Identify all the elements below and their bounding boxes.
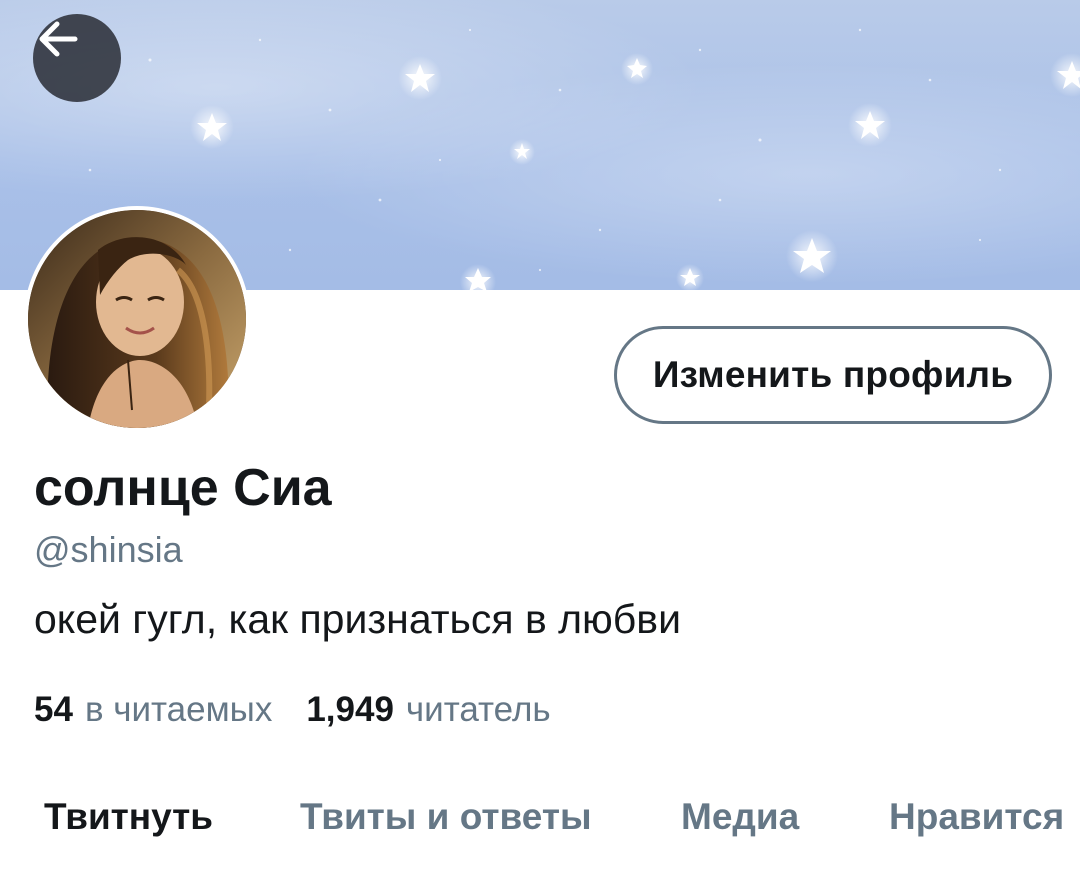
arrow-left-icon bbox=[39, 21, 78, 57]
followers-label: читатель bbox=[405, 690, 551, 729]
follow-stats: 54 в читаемых 1,949 читатель bbox=[34, 690, 551, 730]
profile-tabs: Твитнуть Твиты и ответы Медиа Нравится bbox=[0, 770, 1080, 870]
display-name: солнце Сиа bbox=[34, 459, 332, 517]
tab-tweets-and-replies[interactable]: Твиты и ответы bbox=[300, 796, 592, 838]
profile-page: Изменить профиль солнце Сиа @shinsia оке… bbox=[0, 0, 1080, 876]
edit-profile-button[interactable]: Изменить профиль bbox=[614, 326, 1052, 424]
username-handle: @shinsia bbox=[34, 529, 183, 570]
followers-stat[interactable]: 1,949 читатель bbox=[306, 690, 550, 730]
back-button[interactable] bbox=[33, 14, 121, 102]
following-count: 54 bbox=[34, 690, 73, 729]
followers-count: 1,949 bbox=[306, 690, 394, 729]
avatar-photo bbox=[28, 210, 246, 428]
tab-media[interactable]: Медиа bbox=[681, 796, 799, 838]
edit-profile-label: Изменить профиль bbox=[652, 354, 1014, 395]
following-stat[interactable]: 54 в читаемых bbox=[34, 690, 272, 730]
tab-likes[interactable]: Нравится bbox=[889, 796, 1064, 838]
avatar[interactable] bbox=[24, 206, 250, 432]
profile-bio: окей гугл, как признаться в любви bbox=[34, 596, 681, 642]
tab-tweets[interactable]: Твитнуть bbox=[44, 796, 213, 838]
following-label: в читаемых bbox=[84, 690, 273, 729]
